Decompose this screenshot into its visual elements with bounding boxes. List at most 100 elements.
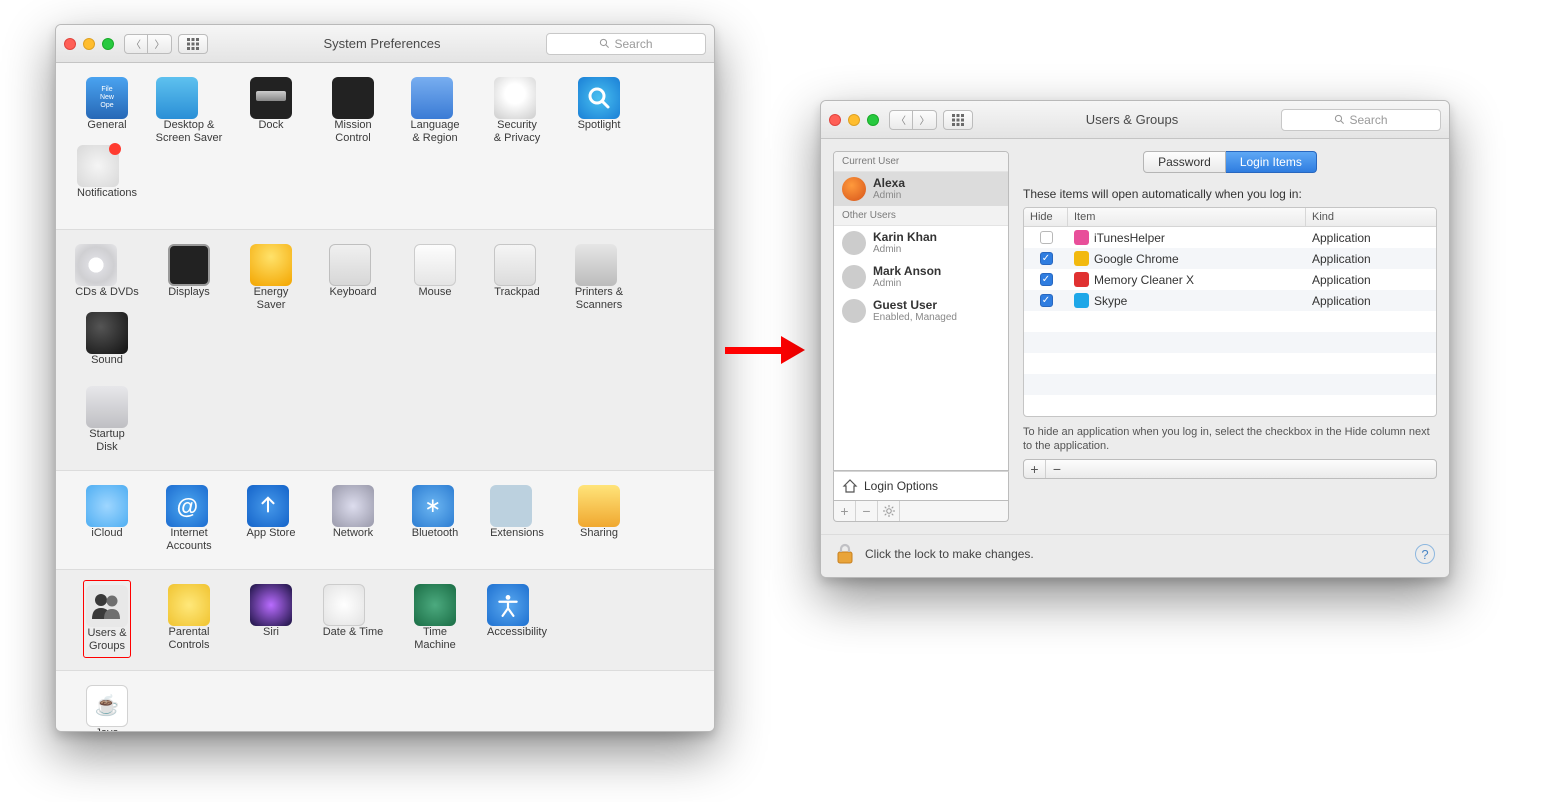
lock-row: Click the lock to make changes. ?	[821, 534, 1449, 577]
avatar-icon	[842, 177, 866, 201]
pref-general[interactable]: FileNewOpeGeneral	[66, 77, 148, 145]
pref-notifications[interactable]: Notifications	[66, 145, 148, 213]
pref-java[interactable]: ☕Java	[66, 685, 148, 732]
pref-label: Trackpad	[494, 286, 539, 312]
pref-icloud[interactable]: iCloud	[66, 485, 148, 553]
pref-desktop[interactable]: Desktop &Screen Saver	[148, 77, 230, 145]
pref-language[interactable]: Language& Region	[394, 77, 476, 145]
pref-security[interactable]: Security& Privacy	[476, 77, 558, 145]
app-kind: Application	[1306, 249, 1436, 269]
tab-group: Password Login Items	[1023, 151, 1437, 173]
desktop-icon	[156, 77, 198, 119]
users-sidebar: Current User Alexa Admin Other Users Kar…	[833, 151, 1009, 522]
back-button[interactable]: 〈	[124, 34, 148, 54]
login-item-row[interactable]: ✓SkypeApplication	[1024, 290, 1436, 311]
login-item-row[interactable]: iTunesHelperApplication	[1024, 227, 1436, 248]
tab-password[interactable]: Password	[1143, 151, 1226, 173]
pref-energy[interactable]: EnergySaver	[230, 244, 312, 312]
pref-network[interactable]: Network	[312, 485, 394, 553]
pref-parental[interactable]: ParentalControls	[148, 584, 230, 654]
app-icon	[1074, 293, 1089, 308]
pref-printers[interactable]: Printers &Scanners	[558, 244, 640, 312]
pref-dock[interactable]: Dock	[230, 77, 312, 145]
hide-checkbox[interactable]: ✓	[1040, 273, 1053, 286]
window-title: Users & Groups	[983, 112, 1281, 127]
pref-label: Sound	[86, 354, 128, 380]
pref-siri[interactable]: Siri	[230, 584, 312, 654]
pref-label: Printers &Scanners	[575, 286, 623, 312]
login-options-button[interactable]: Login Options	[833, 471, 1009, 501]
pref-accessibility[interactable]: Accessibility	[476, 584, 558, 654]
pref-spotlight[interactable]: Spotlight	[558, 77, 640, 145]
col-header-kind[interactable]: Kind	[1306, 208, 1436, 226]
user-item-current[interactable]: Alexa Admin	[834, 172, 1008, 206]
language-icon	[411, 77, 453, 119]
app-icon	[1074, 251, 1089, 266]
remove-user-button[interactable]: −	[856, 501, 878, 521]
app-kind: Application	[1306, 291, 1436, 311]
add-user-button[interactable]: +	[834, 501, 856, 521]
pref-users[interactable]: Users &Groups	[66, 584, 148, 654]
pref-label: iCloud	[86, 527, 128, 553]
lock-icon[interactable]	[835, 543, 855, 565]
forward-button[interactable]: 〉	[148, 34, 172, 54]
user-item[interactable]: Karin KhanAdmin	[834, 226, 1008, 260]
pref-bluetooth[interactable]: ∗Bluetooth	[394, 485, 476, 553]
current-user-header: Current User	[834, 152, 1008, 172]
avatar-icon	[842, 299, 866, 323]
icloud-icon	[86, 485, 128, 527]
close-button[interactable]	[64, 38, 76, 50]
col-header-item[interactable]: Item	[1068, 208, 1306, 226]
hide-checkbox[interactable]: ✓	[1040, 252, 1053, 265]
parental-icon	[168, 584, 210, 626]
pref-label: CDs & DVDs	[75, 286, 139, 312]
tab-login-items[interactable]: Login Items	[1226, 151, 1317, 173]
add-item-button[interactable]: +	[1024, 460, 1046, 478]
pref-label: Network	[332, 527, 374, 553]
pref-label: Java	[86, 727, 128, 732]
user-name: Mark Anson	[873, 265, 941, 278]
minimize-button[interactable]	[83, 38, 95, 50]
pref-trackpad[interactable]: Trackpad	[476, 244, 558, 312]
pref-sharing[interactable]: Sharing	[558, 485, 640, 553]
close-button[interactable]	[829, 114, 841, 126]
java-icon: ☕	[86, 685, 128, 727]
pref-appstore[interactable]: App Store	[230, 485, 312, 553]
col-header-hide[interactable]: Hide	[1024, 208, 1068, 226]
user-item[interactable]: Mark AnsonAdmin	[834, 260, 1008, 294]
security-icon	[494, 77, 536, 119]
pref-datetime[interactable]: Date & Time	[312, 584, 394, 654]
show-all-button[interactable]	[178, 34, 208, 54]
remove-item-button[interactable]: −	[1046, 460, 1068, 478]
pref-startup[interactable]: StartupDisk	[66, 386, 148, 454]
login-item-row[interactable]: ✓Memory Cleaner XApplication	[1024, 269, 1436, 290]
minimize-button[interactable]	[848, 114, 860, 126]
login-item-row[interactable]: ✓Google ChromeApplication	[1024, 248, 1436, 269]
pref-timemachine[interactable]: TimeMachine	[394, 584, 476, 654]
back-button[interactable]: 〈	[889, 110, 913, 130]
zoom-button[interactable]	[102, 38, 114, 50]
show-all-button[interactable]	[943, 110, 973, 130]
user-item[interactable]: Guest UserEnabled, Managed	[834, 294, 1008, 328]
hide-checkbox[interactable]: ✓	[1040, 294, 1053, 307]
pref-mission[interactable]: MissionControl	[312, 77, 394, 145]
pref-extensions[interactable]: Extensions	[476, 485, 558, 553]
pref-sound[interactable]: Sound	[66, 312, 148, 380]
pref-internet[interactable]: @InternetAccounts	[148, 485, 230, 553]
pref-displays[interactable]: Displays	[148, 244, 230, 312]
other-users-header: Other Users	[834, 206, 1008, 226]
pref-label: Bluetooth	[412, 527, 458, 553]
pref-keyboard[interactable]: Keyboard	[312, 244, 394, 312]
search-field[interactable]: Search	[546, 33, 706, 55]
search-field[interactable]: Search	[1281, 109, 1441, 131]
zoom-button[interactable]	[867, 114, 879, 126]
mouse-icon	[414, 244, 456, 286]
pref-mouse[interactable]: Mouse	[394, 244, 476, 312]
arrow-indicator	[725, 336, 805, 364]
hide-checkbox[interactable]	[1040, 231, 1053, 244]
forward-button[interactable]: 〉	[913, 110, 937, 130]
settings-gear-button[interactable]	[878, 501, 900, 521]
pref-cds[interactable]: CDs & DVDs	[66, 244, 148, 312]
help-button[interactable]: ?	[1415, 544, 1435, 564]
pref-label: Accessibility	[487, 626, 547, 652]
